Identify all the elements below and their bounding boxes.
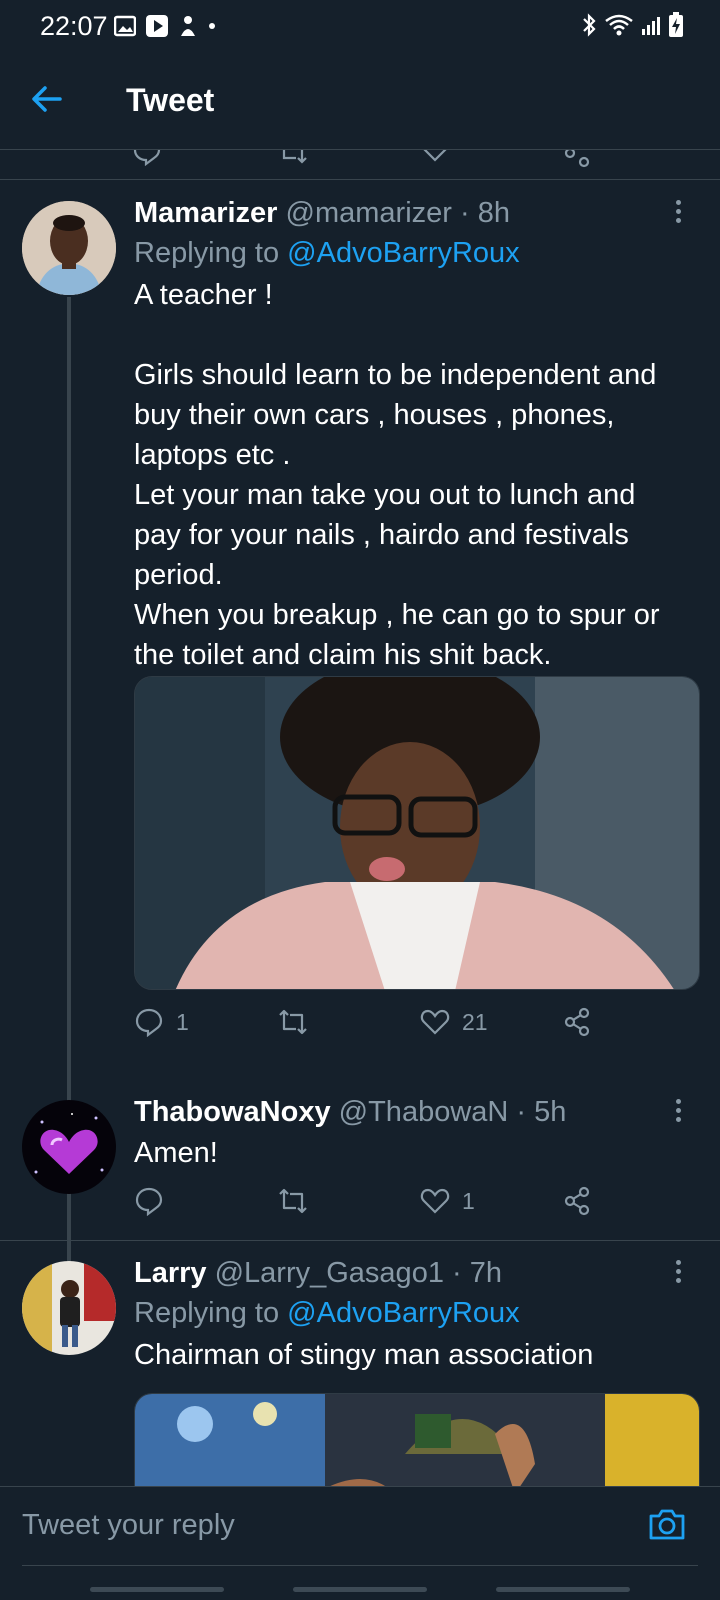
page-title: Tweet <box>126 82 215 118</box>
more-vertical-icon <box>675 200 681 205</box>
tweet-media-image[interactable] <box>134 676 700 990</box>
replying-to: Replying to @AdvoBarryRoux <box>134 237 520 269</box>
camera-icon <box>649 1509 685 1540</box>
share-icon <box>564 150 590 168</box>
replying-to-handle[interactable]: @AdvoBarryRoux <box>287 237 520 269</box>
previous-tweet-actions <box>0 150 720 180</box>
app-header: Tweet <box>0 52 720 150</box>
share-icon <box>564 1186 590 1216</box>
retweet-icon <box>282 150 307 164</box>
reply-icon <box>133 150 161 166</box>
tweet-age: 5h <box>534 1096 567 1128</box>
reply-button[interactable]: 1 <box>134 1007 189 1037</box>
retweet-button[interactable] <box>276 1186 322 1216</box>
tweet-text: Amen! <box>134 1137 218 1169</box>
back-button[interactable] <box>30 82 70 122</box>
tweet-text: A teacher ! Girls should learn to be ind… <box>134 279 660 671</box>
tweet-larry[interactable]: Larry @Larry_Gasago1 · 7h Replying to @A… <box>0 1241 720 1486</box>
play-notification-icon <box>146 15 168 37</box>
wifi-icon <box>605 14 633 36</box>
display-name[interactable]: Larry <box>134 1257 207 1289</box>
like-icon <box>420 1009 450 1035</box>
user-handle[interactable]: @ThabowaN <box>339 1096 509 1128</box>
nav-gesture-hint <box>90 1587 224 1592</box>
nav-gesture-hint <box>496 1587 630 1592</box>
camera-button[interactable] <box>648 1507 688 1547</box>
replying-to-handle[interactable]: @AdvoBarryRoux <box>287 1297 520 1329</box>
more-options-button[interactable] <box>666 1096 690 1126</box>
share-icon <box>564 1007 590 1037</box>
user-handle[interactable]: @mamarizer <box>286 197 452 229</box>
status-time: 22:07 <box>40 11 108 41</box>
gallery-notification-icon <box>114 15 136 37</box>
like-button[interactable]: 1 <box>420 1186 475 1216</box>
more-vertical-icon <box>675 1260 681 1265</box>
nav-gesture-hint <box>293 1587 427 1592</box>
display-name[interactable]: ThabowaNoxy <box>134 1096 331 1128</box>
more-vertical-icon <box>675 1099 681 1104</box>
share-button[interactable] <box>562 1007 592 1037</box>
user-handle[interactable]: @Larry_Gasago1 <box>215 1257 444 1289</box>
like-icon <box>423 150 447 162</box>
share-button[interactable] <box>562 1186 592 1216</box>
reply-count: 1 <box>176 1008 189 1035</box>
more-options-button[interactable] <box>666 1257 690 1287</box>
reply-icon <box>135 1187 163 1216</box>
display-name[interactable]: Mamarizer <box>134 197 277 229</box>
like-button[interactable]: 21 <box>420 1007 488 1037</box>
battery-charging-icon <box>669 12 683 37</box>
avatar[interactable] <box>22 1100 116 1194</box>
reply-input[interactable]: Tweet your reply <box>22 1509 622 1542</box>
like-icon <box>420 1188 450 1214</box>
tweet-actions: 1 21 <box>134 1007 614 1047</box>
retweet-icon <box>279 1009 307 1035</box>
tweet-age: 7h <box>469 1257 502 1289</box>
retweet-icon <box>279 1188 307 1214</box>
avatar[interactable] <box>22 1261 116 1355</box>
reply-composer-bar: Tweet your reply <box>0 1486 720 1600</box>
more-options-button[interactable] <box>666 197 690 227</box>
reply-button[interactable] <box>134 1186 176 1216</box>
status-bar: 22:07 <box>0 0 720 52</box>
app-notification-icon <box>181 16 195 36</box>
tweet-thabowanoxy[interactable]: ThabowaNoxy @ThabowaN · 5h Amen! 1 <box>0 1080 720 1240</box>
bluetooth-icon <box>583 13 596 37</box>
like-count: 1 <box>462 1187 475 1214</box>
signal-icon <box>642 17 660 35</box>
tweet-media-image[interactable] <box>134 1393 700 1486</box>
retweet-button[interactable] <box>276 1007 322 1037</box>
back-arrow-icon <box>32 86 62 112</box>
tweet-text: Chairman of stingy man association <box>134 1339 594 1371</box>
like-count: 21 <box>462 1008 488 1035</box>
replying-to: Replying to @AdvoBarryRoux <box>134 1297 520 1329</box>
reply-icon <box>135 1008 163 1037</box>
avatar[interactable] <box>22 201 116 295</box>
more-notifications-dot-icon <box>209 23 215 29</box>
tweet-actions: 1 <box>134 1186 614 1226</box>
tweet-age: 8h <box>477 197 510 229</box>
